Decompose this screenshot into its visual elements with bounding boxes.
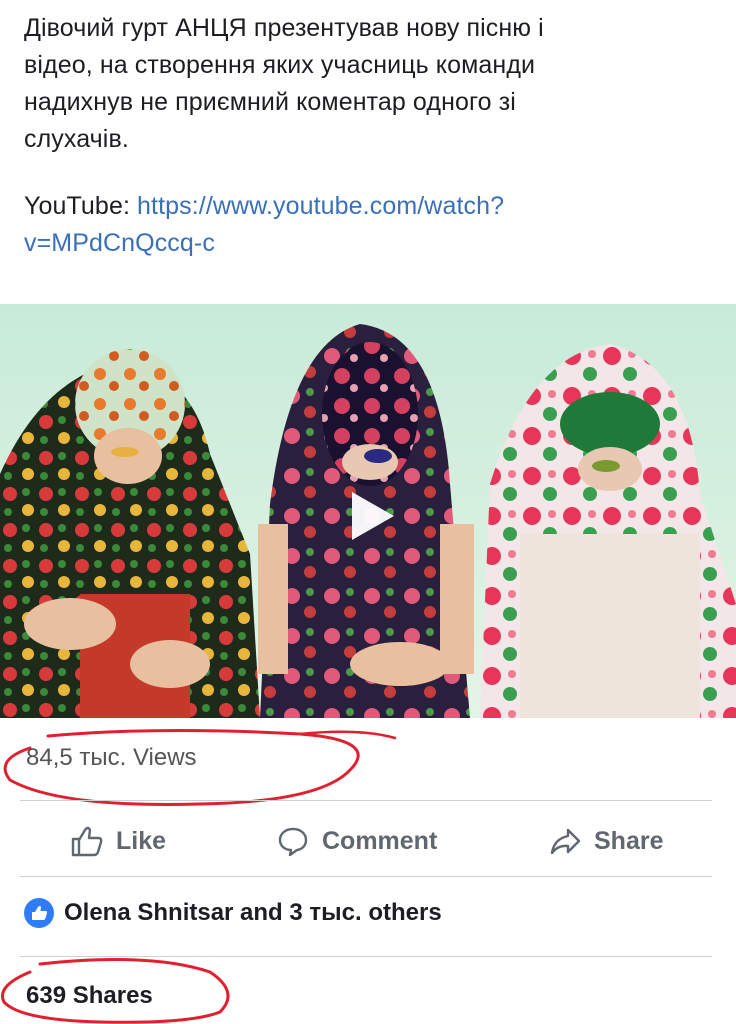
video-frame — [0, 304, 736, 718]
video-thumbnail[interactable] — [0, 304, 736, 718]
reactions-summary[interactable]: Olena Shnitsar and 3 тыс. others — [24, 898, 442, 928]
share-button[interactable]: Share — [548, 824, 663, 858]
divider — [20, 876, 712, 877]
youtube-link-line: YouTube: https://www.youtube.com/watch? … — [24, 188, 714, 262]
thumbs-up-icon — [71, 826, 103, 857]
youtube-link[interactable]: https://www.youtube.com/watch? — [137, 192, 504, 220]
share-icon — [550, 828, 581, 855]
youtube-link-cont[interactable]: v=MPdCnQccq-c — [24, 229, 215, 257]
post-text: Дівочий гурт АНЦЯ презентував нову пісню… — [24, 10, 714, 262]
post-text-line: слухачів. — [24, 125, 129, 153]
like-reaction-icon — [24, 898, 54, 928]
divider — [20, 800, 712, 801]
comment-button[interactable]: Comment — [276, 824, 437, 858]
like-label: Like — [116, 826, 167, 855]
views-count: 84,5 тыс. Views — [26, 744, 197, 771]
action-bar: Like Comment Share — [0, 812, 736, 868]
post-text-line: відео, на створення яких учасниць команд… — [24, 51, 536, 79]
like-button[interactable]: Like — [70, 824, 166, 858]
comment-label: Comment — [322, 826, 438, 855]
youtube-label: YouTube: — [24, 192, 138, 220]
post-text-line: Дівочий гурт АНЦЯ презентував нову пісню… — [24, 14, 544, 42]
divider — [20, 956, 712, 957]
reactions-text: Olena Shnitsar and 3 тыс. others — [64, 899, 442, 926]
comment-icon — [278, 827, 308, 857]
post-text-line: надихнув не приємний коментар одного зі — [24, 88, 516, 116]
shares-count[interactable]: 639 Shares — [26, 982, 153, 1010]
share-label: Share — [594, 826, 664, 855]
